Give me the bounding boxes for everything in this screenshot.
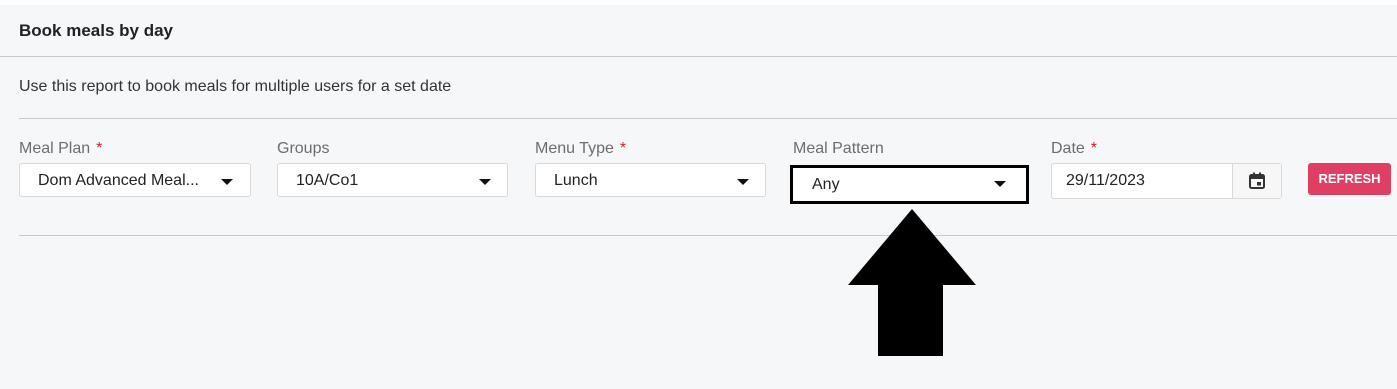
- menu-type-label: Menu Type *: [535, 140, 627, 157]
- caret-down-icon: [221, 179, 233, 185]
- date-value: 29/11/2023: [1066, 172, 1145, 189]
- date-input[interactable]: 29/11/2023: [1051, 163, 1282, 199]
- meal-plan-select[interactable]: Dom Advanced Meal...: [19, 163, 251, 197]
- menu-type-select[interactable]: Lunch: [535, 163, 766, 197]
- calendar-icon: [1249, 172, 1265, 189]
- date-picker-button[interactable]: [1232, 164, 1281, 198]
- meal-pattern-label: Meal Pattern: [793, 140, 884, 157]
- date-field: Date *: [1051, 139, 1097, 159]
- caret-down-icon: [737, 179, 749, 185]
- report-description: Use this report to book meals for multip…: [19, 78, 452, 95]
- groups-field: Groups 10A/Co1: [277, 139, 508, 197]
- meal-plan-field: Meal Plan * Dom Advanced Meal...: [19, 139, 251, 197]
- groups-select[interactable]: 10A/Co1: [277, 163, 508, 197]
- groups-label: Groups: [277, 140, 330, 157]
- caret-down-icon: [994, 181, 1006, 187]
- refresh-button[interactable]: REFRESH: [1308, 163, 1391, 195]
- required-marker: *: [1090, 140, 1098, 157]
- groups-value: 10A/Co1: [296, 172, 359, 189]
- page-title: Book meals by day: [19, 21, 174, 40]
- required-marker: *: [619, 140, 627, 157]
- filters-divider: [19, 235, 1397, 236]
- up-arrow-icon: [848, 209, 976, 356]
- menu-type-value: Lunch: [554, 172, 598, 189]
- required-marker: *: [96, 140, 103, 157]
- meal-plan-label: Meal Plan *: [19, 140, 103, 157]
- meal-pattern-select[interactable]: Any: [790, 165, 1029, 204]
- header-divider: [0, 56, 1397, 57]
- meal-pattern-value: Any: [812, 176, 840, 193]
- meal-plan-value: Dom Advanced Meal...: [38, 172, 199, 189]
- menu-type-field: Menu Type * Lunch: [535, 139, 766, 197]
- caret-down-icon: [479, 179, 491, 185]
- date-label: Date *: [1051, 140, 1098, 157]
- meal-pattern-field: Meal Pattern: [793, 139, 884, 159]
- description-divider: [19, 118, 1397, 119]
